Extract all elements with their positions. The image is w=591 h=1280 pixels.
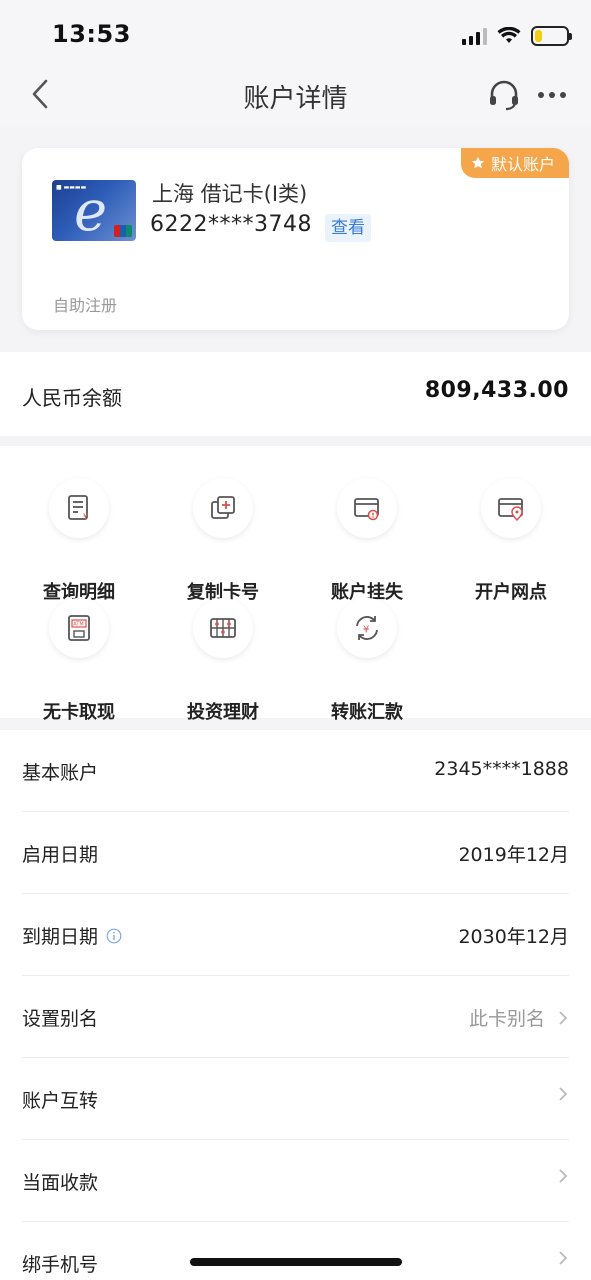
info-label: 绑手机号 [22, 1250, 98, 1277]
headset-icon [490, 80, 518, 111]
info-label: 当面收款 [22, 1168, 98, 1195]
info-label-text: 账户互转 [22, 1090, 99, 1112]
action-label: 转账汇款 [331, 702, 403, 723]
star-icon [471, 156, 485, 169]
chevron-right-icon [559, 1251, 568, 1265]
info-label-text: 设置别名 [22, 1008, 99, 1030]
badge-label: 默认账户 [490, 155, 555, 174]
info-value-text: 2345****1888 [434, 758, 569, 780]
action-grid: ¥ 查询明细 复制卡号 账户挂失 开户网点 ATM 无卡取现 投资理财 ¥ 转账… [0, 446, 591, 723]
action-label: 开户网点 [475, 582, 547, 603]
chevron-right-icon [559, 1087, 568, 1101]
svg-text:ATM: ATM [73, 622, 83, 628]
status-bar: 13:53 [0, 0, 591, 64]
info-row-start-date: 启用日期 2019年12月 [0, 812, 591, 894]
info-value [557, 1086, 569, 1102]
info-label-text: 基本账户 [22, 762, 99, 784]
card-number: 6222****3748 [150, 212, 312, 237]
info-label: 启用日期 [22, 840, 98, 867]
cellular-signal-icon [462, 27, 487, 45]
info-icon[interactable] [106, 928, 122, 944]
more-button[interactable] [533, 78, 571, 112]
copy-card-icon [193, 478, 253, 538]
branch-location-icon [481, 478, 541, 538]
action-label: 投资理财 [187, 702, 259, 723]
account-info-list: 基本账户 2345****1888 启用日期 2019年12月 到期日期 203… [0, 730, 591, 1280]
info-label-text: 绑手机号 [22, 1254, 99, 1276]
e-card-logo-icon: e [74, 180, 108, 241]
info-row-bind-phone[interactable]: 绑手机号 [0, 1222, 591, 1280]
balance-label: 人民币余额 [22, 386, 122, 410]
default-account-badge: 默认账户 [460, 148, 569, 178]
info-label: 账户互转 [22, 1086, 98, 1113]
info-row-receive-payment[interactable]: 当面收款 [0, 1140, 591, 1222]
card-name: 上海 借记卡(I类) [152, 182, 308, 206]
action-transfer[interactable]: ¥ 转账汇款 [294, 598, 440, 723]
info-value [557, 1250, 569, 1266]
info-row-basic-account: 基本账户 2345****1888 [0, 730, 591, 812]
statement-icon: ¥ [49, 478, 109, 538]
info-label-text: 启用日期 [22, 844, 99, 866]
svg-text:¥: ¥ [363, 625, 369, 636]
chevron-right-icon [559, 1010, 568, 1025]
action-copy-card[interactable]: 复制卡号 [150, 478, 296, 603]
info-value-text: 2030年12月 [458, 926, 569, 948]
invest-icon [193, 598, 253, 658]
wifi-icon [497, 27, 521, 43]
unionpay-icon [114, 225, 132, 237]
nav-bar: 账户详情 [0, 64, 591, 126]
info-label: 基本账户 [22, 758, 98, 785]
support-button[interactable] [487, 78, 521, 112]
battery-icon [531, 26, 572, 46]
atm-icon: ATM [49, 598, 109, 658]
info-label-text: 当面收款 [22, 1172, 99, 1194]
info-value: 2030年12月 [458, 922, 569, 949]
info-value: 2345****1888 [434, 758, 569, 780]
svg-text:¥: ¥ [83, 512, 88, 521]
more-icon [538, 92, 566, 98]
info-row-expiry-date: 到期日期 2030年12月 [0, 894, 591, 976]
status-icons [462, 24, 572, 48]
bank-card-image: ■ ▬▬▬▬ e [52, 180, 136, 241]
info-label: 设置别名 [22, 1004, 98, 1031]
balance-row: 人民币余额 809,433.00 [0, 352, 591, 436]
info-label: 到期日期 [22, 922, 122, 949]
card-section: 默认账户 ■ ▬▬▬▬ e 上海 借记卡(I类) 6222****3748 查看… [0, 126, 591, 352]
info-value: 2019年12月 [458, 840, 569, 867]
card-note: 自助注册 [53, 296, 118, 315]
home-indicator[interactable] [190, 1258, 402, 1266]
chevron-right-icon [559, 1169, 568, 1183]
info-value: 此卡别名 [469, 1004, 569, 1031]
action-statement[interactable]: ¥ 查询明细 [6, 478, 152, 603]
info-row-account-transfer[interactable]: 账户互转 [0, 1058, 591, 1140]
status-time: 13:53 [52, 20, 131, 48]
action-report-loss[interactable]: 账户挂失 [294, 478, 440, 603]
action-cardless-atm[interactable]: ATM 无卡取现 [6, 598, 152, 723]
info-row-set-alias[interactable]: 设置别名 此卡别名 [0, 976, 591, 1058]
balance-value: 809,433.00 [424, 378, 569, 403]
action-invest[interactable]: 投资理财 [150, 598, 296, 723]
view-card-number-button[interactable]: 查看 [325, 214, 371, 242]
action-label: 无卡取现 [43, 702, 115, 723]
info-label-text: 到期日期 [22, 926, 99, 948]
info-value [557, 1168, 569, 1184]
alias-placeholder: 此卡别名 [468, 1008, 545, 1030]
transfer-icon: ¥ [337, 598, 397, 658]
account-card[interactable]: 默认账户 ■ ▬▬▬▬ e 上海 借记卡(I类) 6222****3748 查看… [22, 148, 569, 330]
action-branch[interactable]: 开户网点 [438, 478, 584, 603]
report-loss-icon [337, 478, 397, 538]
info-value-text: 2019年12月 [458, 844, 569, 866]
